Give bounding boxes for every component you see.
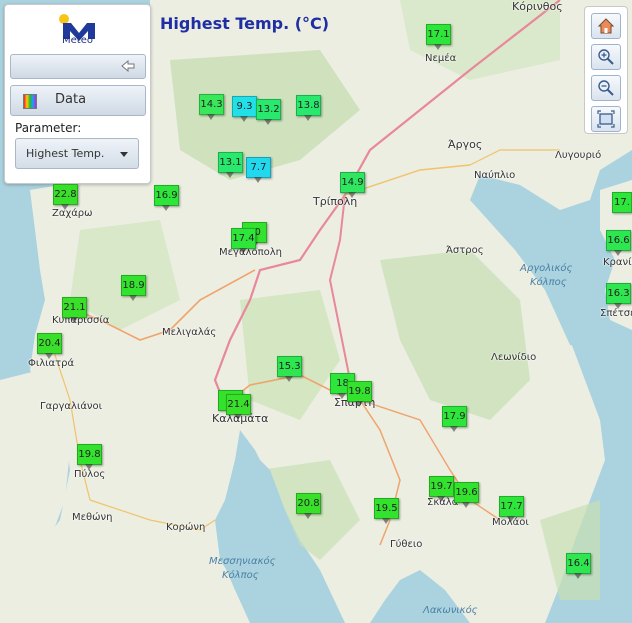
- sea-label: Κόλπος: [222, 570, 259, 581]
- place-label: Γαργαλιάνοι: [40, 401, 103, 412]
- temperature-marker[interactable]: 18.9: [121, 275, 146, 301]
- temperature-marker[interactable]: 22.8: [53, 184, 78, 210]
- temperature-marker[interactable]: 14.9: [340, 172, 365, 198]
- collapse-panel-button[interactable]: [10, 54, 146, 79]
- place-label: Σπέτσες: [600, 308, 632, 319]
- zoom-out-button[interactable]: [591, 75, 621, 101]
- zoom-out-icon: [598, 80, 614, 96]
- place-label: Νεμέα: [425, 53, 457, 64]
- temperature-marker[interactable]: 20.8: [296, 493, 321, 519]
- place-label: Μεθώνη: [72, 512, 113, 523]
- temperature-marker[interactable]: 16.3: [606, 283, 631, 309]
- logo-text: Meteo: [62, 35, 93, 46]
- sea-label: Κόλπος: [530, 277, 567, 288]
- temperature-marker[interactable]: 16.6: [606, 230, 631, 256]
- map-toolbar: [584, 6, 628, 134]
- temperature-marker[interactable]: 19.8: [77, 444, 102, 470]
- arrow-left-icon: [121, 60, 135, 72]
- temperature-marker[interactable]: 17.1: [426, 24, 451, 50]
- data-button[interactable]: Data: [10, 85, 146, 116]
- home-icon: [597, 18, 615, 34]
- place-label: Λυγουριό: [555, 150, 602, 161]
- temperature-marker[interactable]: 17.9: [442, 406, 467, 432]
- place-label: Άργος: [448, 138, 483, 151]
- parameter-label: Parameter:: [15, 121, 82, 135]
- page-title: Highest Temp. (°C): [160, 14, 330, 33]
- temperature-marker[interactable]: 16.9: [154, 185, 179, 211]
- temperature-marker[interactable]: 16.4: [566, 553, 591, 579]
- temperature-marker[interactable]: 21.4: [226, 394, 251, 420]
- temperature-marker[interactable]: 21.1: [62, 297, 87, 323]
- temperature-marker[interactable]: 15.3: [277, 356, 302, 382]
- place-label: Πύλος: [74, 469, 106, 480]
- zoom-in-icon: [598, 49, 614, 65]
- chevron-down-icon: [120, 152, 128, 157]
- place-label: Ναύπλιο: [474, 170, 516, 181]
- temperature-marker[interactable]: 9.3: [232, 96, 257, 122]
- temperature-marker[interactable]: 17.4: [231, 228, 256, 254]
- sea-label: Λακωνικός: [423, 605, 478, 616]
- sea-label: Αργολικός: [520, 263, 573, 274]
- temperature-marker[interactable]: 13.1: [218, 152, 243, 178]
- temperature-marker[interactable]: 19.8: [347, 381, 372, 407]
- place-label: Κορώνη: [166, 522, 206, 533]
- place-label: Κόρινθος: [512, 0, 563, 13]
- place-label: Φιλιατρά: [28, 358, 75, 369]
- place-label: Γύθειο: [390, 539, 423, 550]
- sea-label: Μεσσηνιακός: [209, 556, 276, 567]
- temperature-marker[interactable]: 13.2: [256, 99, 281, 125]
- temperature-marker[interactable]: 19.6: [454, 482, 479, 508]
- parameter-select-value: Highest Temp.: [26, 147, 105, 160]
- place-label: Κρανίδι: [603, 257, 632, 268]
- temperature-marker[interactable]: 19.5: [374, 498, 399, 524]
- temperature-marker[interactable]: 13.8: [296, 95, 321, 121]
- zoom-in-button[interactable]: [591, 44, 621, 70]
- temperature-marker[interactable]: 17.7: [499, 496, 524, 522]
- temperature-marker[interactable]: 19.7: [429, 476, 454, 502]
- place-label: Άστρος: [446, 245, 484, 256]
- zoom-extent-icon: [597, 110, 615, 128]
- temperature-marker[interactable]: 17.: [612, 192, 632, 213]
- control-panel: Meteo Data Parameter: Highest Temp.: [4, 4, 151, 184]
- home-button[interactable]: [591, 13, 621, 39]
- temperature-marker[interactable]: 14.3: [199, 94, 224, 120]
- parameter-select[interactable]: Highest Temp.: [15, 138, 139, 169]
- temperature-marker[interactable]: 7.7: [246, 157, 271, 183]
- place-label: Μελιγαλάς: [162, 327, 217, 338]
- data-button-label: Data: [55, 92, 87, 107]
- zoom-extent-button[interactable]: [591, 106, 621, 132]
- color-palette-icon: [23, 94, 37, 109]
- temperature-marker[interactable]: 20.4: [37, 333, 62, 359]
- place-label: Ζαχάρω: [52, 208, 93, 219]
- place-label: Λεωνίδιο: [491, 352, 537, 363]
